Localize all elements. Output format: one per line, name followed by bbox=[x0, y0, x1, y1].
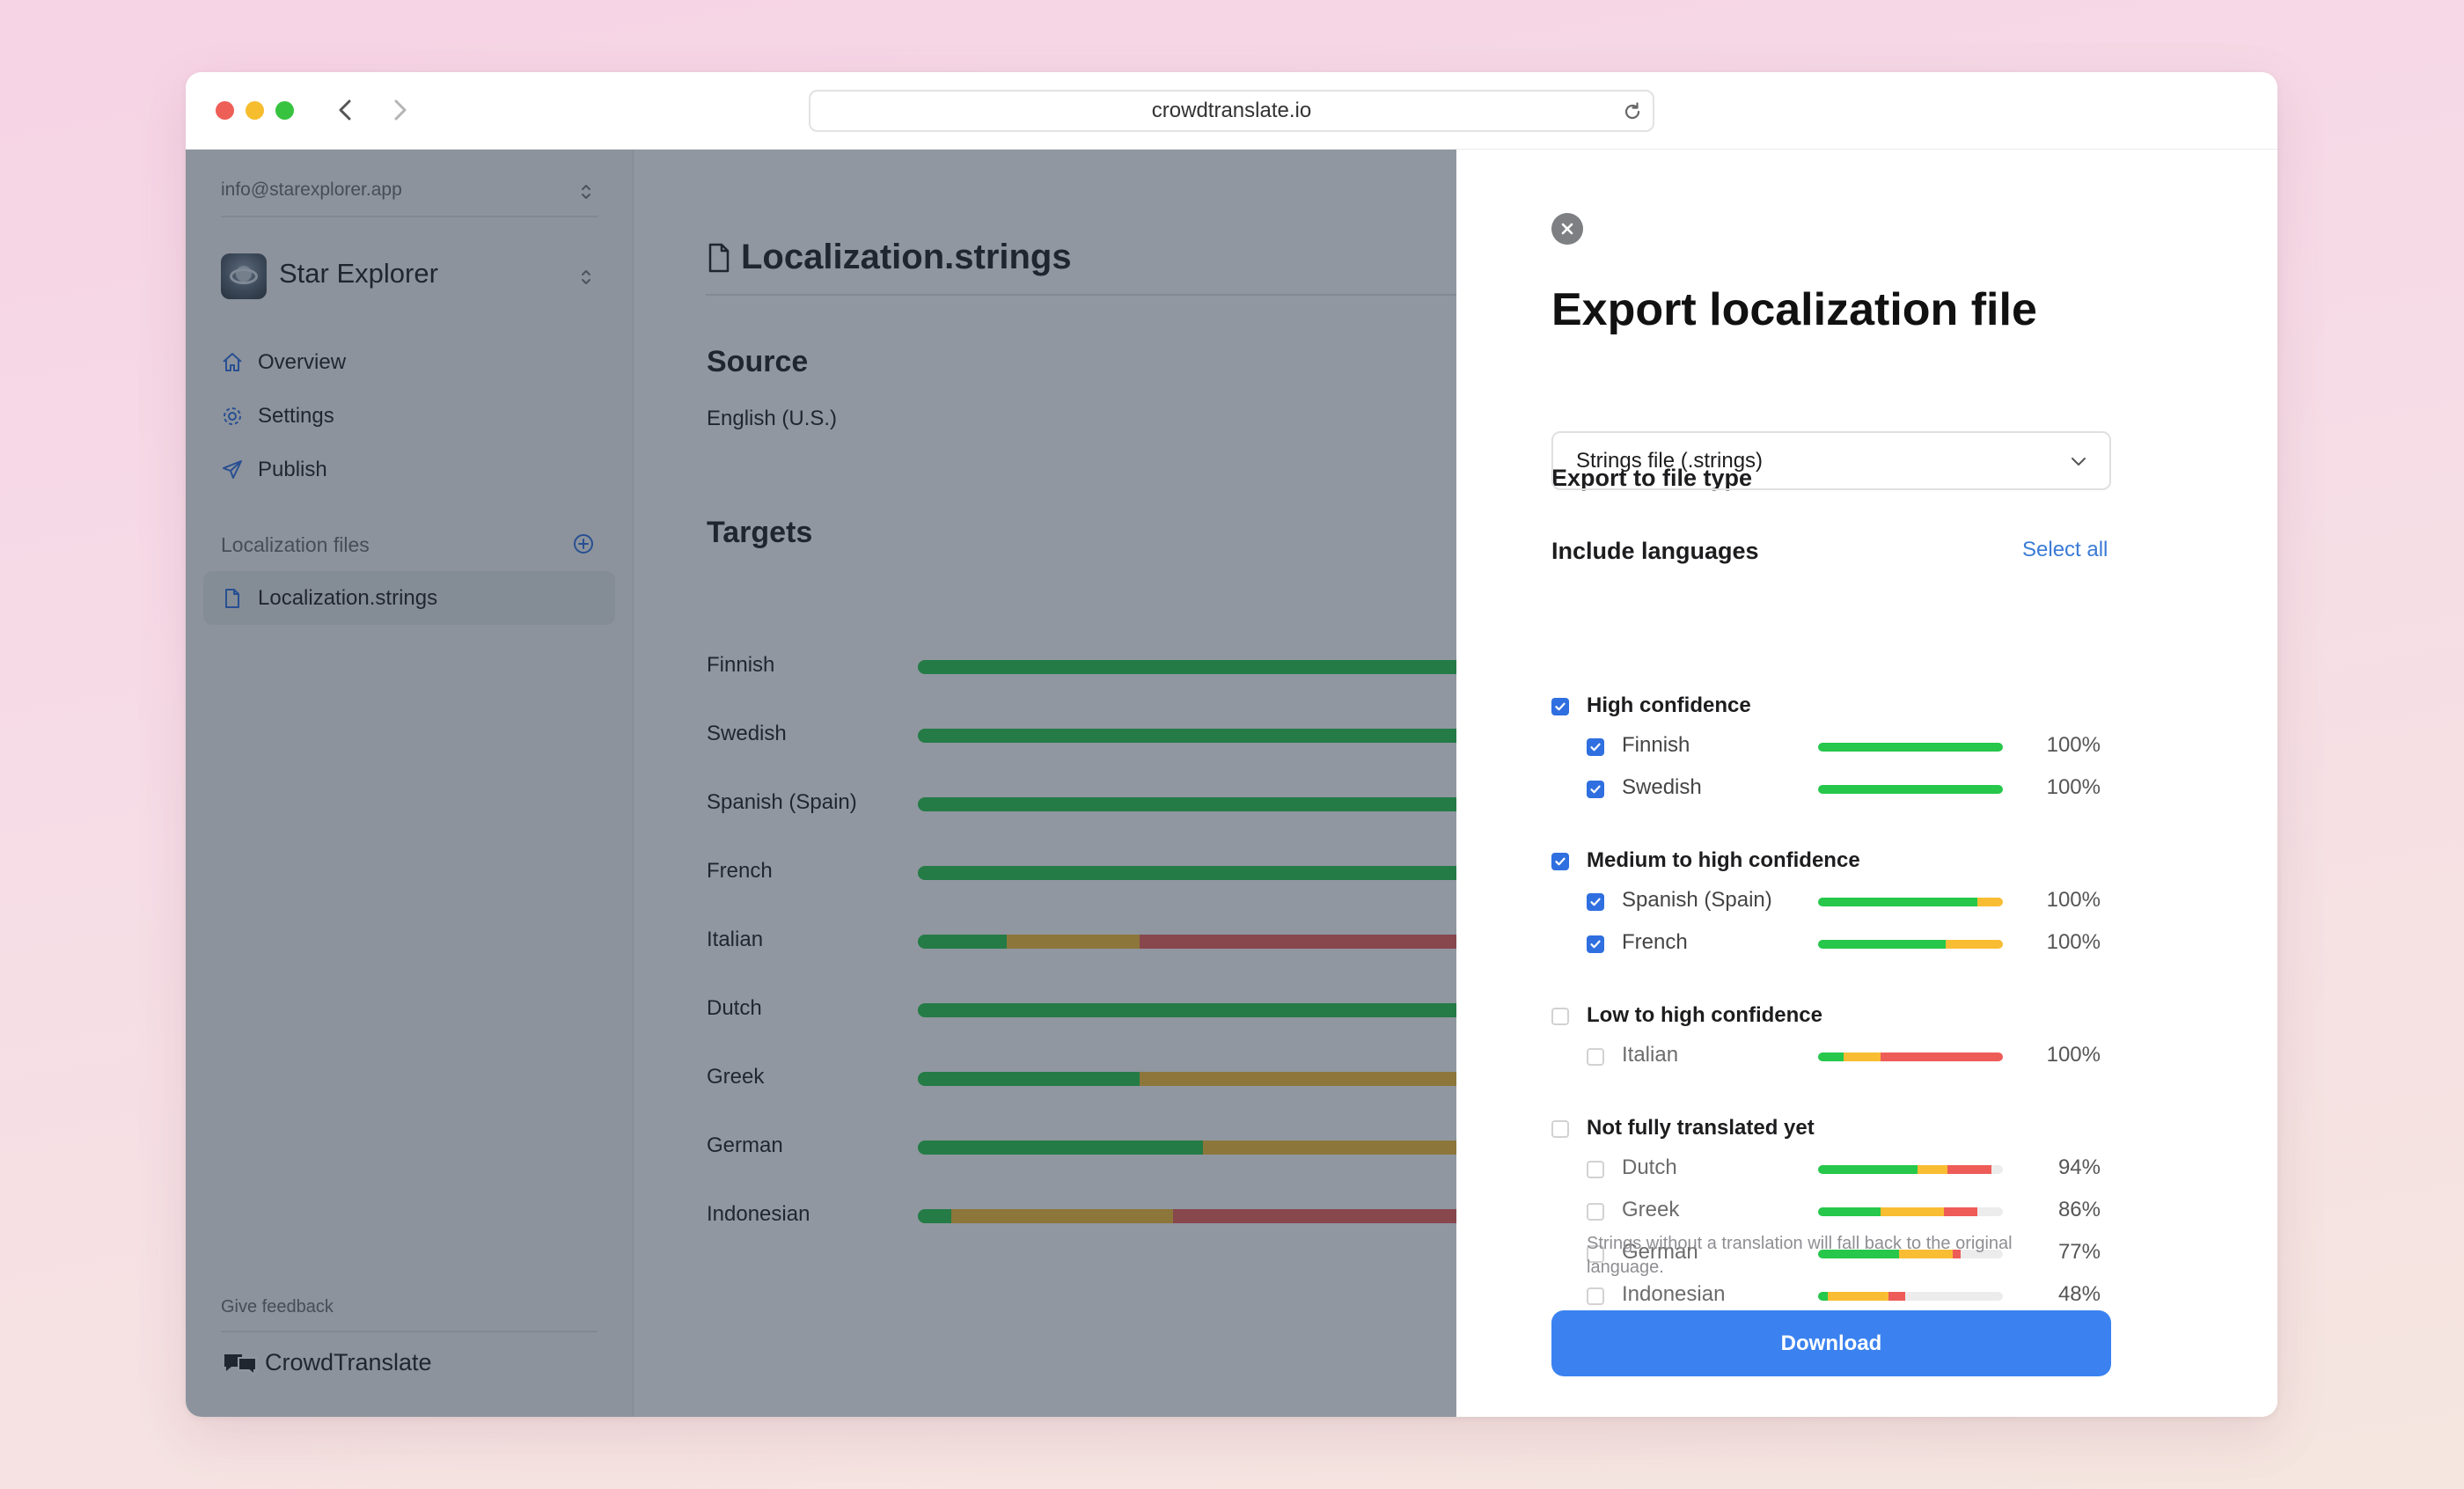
file-type-value: Strings file (.strings) bbox=[1576, 448, 1764, 473]
close-icon bbox=[1561, 223, 1573, 235]
language-checkbox[interactable] bbox=[1587, 935, 1604, 953]
language-label: Spanish (Spain) bbox=[1622, 888, 1772, 912]
zoom-window-button[interactable] bbox=[275, 101, 294, 120]
bar-segment-high bbox=[1818, 1165, 1918, 1174]
language-label: Swedish bbox=[1622, 775, 1702, 799]
url-text: crowdtranslate.io bbox=[1151, 99, 1312, 122]
group-label: High confidence bbox=[1587, 693, 1751, 717]
group-checkbox[interactable] bbox=[1551, 1120, 1569, 1138]
download-button[interactable]: Download bbox=[1551, 1310, 2111, 1376]
language-checkbox[interactable] bbox=[1587, 893, 1604, 911]
bar-segment-high bbox=[1818, 898, 1977, 906]
url-bar[interactable]: crowdtranslate.io bbox=[809, 90, 1654, 132]
language-label: Indonesian bbox=[1622, 1282, 1726, 1306]
close-panel-button[interactable] bbox=[1551, 213, 1583, 245]
bar-segment-low bbox=[1881, 1053, 2003, 1061]
language-label: Dutch bbox=[1622, 1155, 1677, 1179]
browser-titlebar: crowdtranslate.io bbox=[186, 72, 2277, 150]
language-percent: 86% bbox=[2057, 1198, 2101, 1221]
include-languages-label: Include languages bbox=[1551, 538, 1759, 564]
bar-segment-high bbox=[1818, 1292, 1828, 1301]
group-checkbox[interactable] bbox=[1551, 853, 1569, 870]
language-checkbox[interactable] bbox=[1587, 1203, 1604, 1221]
language-progress-bar bbox=[1818, 1207, 2003, 1216]
bar-segment-high bbox=[1818, 785, 2003, 794]
close-window-button[interactable] bbox=[216, 101, 234, 120]
group-checkbox[interactable] bbox=[1551, 698, 1569, 715]
bar-segment-medium bbox=[1881, 1207, 1944, 1216]
group-label: Not fully translated yet bbox=[1587, 1116, 1815, 1140]
language-progress-bar bbox=[1818, 1165, 2003, 1174]
app-content: info@starexplorer.app Star Explorer Over… bbox=[186, 150, 2277, 1417]
language-label: Finnish bbox=[1622, 733, 1690, 757]
back-arrow-icon[interactable] bbox=[333, 96, 359, 124]
language-checkbox[interactable] bbox=[1587, 1161, 1604, 1178]
browser-window: crowdtranslate.io info@starexplorer.app … bbox=[186, 72, 2277, 1417]
language-checkbox[interactable] bbox=[1587, 781, 1604, 798]
language-label: Greek bbox=[1622, 1198, 1680, 1221]
bar-segment-low bbox=[1888, 1292, 1905, 1301]
language-percent: 100% bbox=[2046, 733, 2101, 757]
language-checkbox[interactable] bbox=[1587, 1048, 1604, 1066]
bar-segment-high bbox=[1818, 743, 2003, 752]
export-panel: Export localization file Export to file … bbox=[1456, 150, 2277, 1417]
language-progress-bar bbox=[1818, 1053, 2003, 1061]
file-type-select[interactable]: Strings file (.strings) bbox=[1551, 431, 2111, 490]
select-all-link[interactable]: Select all bbox=[2022, 538, 2108, 562]
bar-segment-low bbox=[1943, 1207, 1977, 1216]
bar-segment-low bbox=[1947, 1165, 1992, 1174]
language-progress-bar bbox=[1818, 940, 2003, 949]
language-label: Italian bbox=[1622, 1043, 1679, 1067]
chevron-down-icon bbox=[2072, 458, 2086, 466]
bar-segment-high bbox=[1818, 940, 1946, 949]
panel-title: Export localization file bbox=[1551, 284, 2037, 335]
language-percent: 100% bbox=[2046, 1043, 2101, 1067]
fallback-note: Strings without a translation will fall … bbox=[1587, 1234, 2013, 1277]
bar-segment-medium bbox=[1844, 1053, 1881, 1061]
language-progress-bar bbox=[1818, 898, 2003, 906]
group-label: Low to high confidence bbox=[1587, 1003, 1822, 1027]
group-checkbox[interactable] bbox=[1551, 1008, 1569, 1025]
language-percent: 100% bbox=[2046, 775, 2101, 799]
language-label: French bbox=[1622, 930, 1688, 954]
bar-segment-medium bbox=[1827, 1292, 1888, 1301]
language-checkbox[interactable] bbox=[1587, 738, 1604, 756]
modal-overlay[interactable] bbox=[186, 150, 1456, 1417]
bar-segment-high bbox=[1818, 1053, 1844, 1061]
bar-segment-medium bbox=[1945, 940, 2003, 949]
language-checkbox[interactable] bbox=[1587, 1287, 1604, 1305]
bar-segment-high bbox=[1818, 1207, 1881, 1216]
language-percent: 100% bbox=[2046, 930, 2101, 954]
language-progress-bar bbox=[1818, 785, 2003, 794]
group-label: Medium to high confidence bbox=[1587, 848, 1860, 872]
language-percent: 48% bbox=[2057, 1282, 2101, 1306]
language-progress-bar bbox=[1818, 1292, 2003, 1301]
reload-icon[interactable] bbox=[1621, 100, 1644, 123]
language-percent: 94% bbox=[2057, 1155, 2101, 1179]
forward-arrow-icon[interactable] bbox=[386, 96, 413, 124]
minimize-window-button[interactable] bbox=[246, 101, 264, 120]
bar-segment-medium bbox=[1976, 898, 2003, 906]
bar-segment-medium bbox=[1918, 1165, 1947, 1174]
language-percent: 100% bbox=[2046, 888, 2101, 912]
language-progress-bar bbox=[1818, 743, 2003, 752]
